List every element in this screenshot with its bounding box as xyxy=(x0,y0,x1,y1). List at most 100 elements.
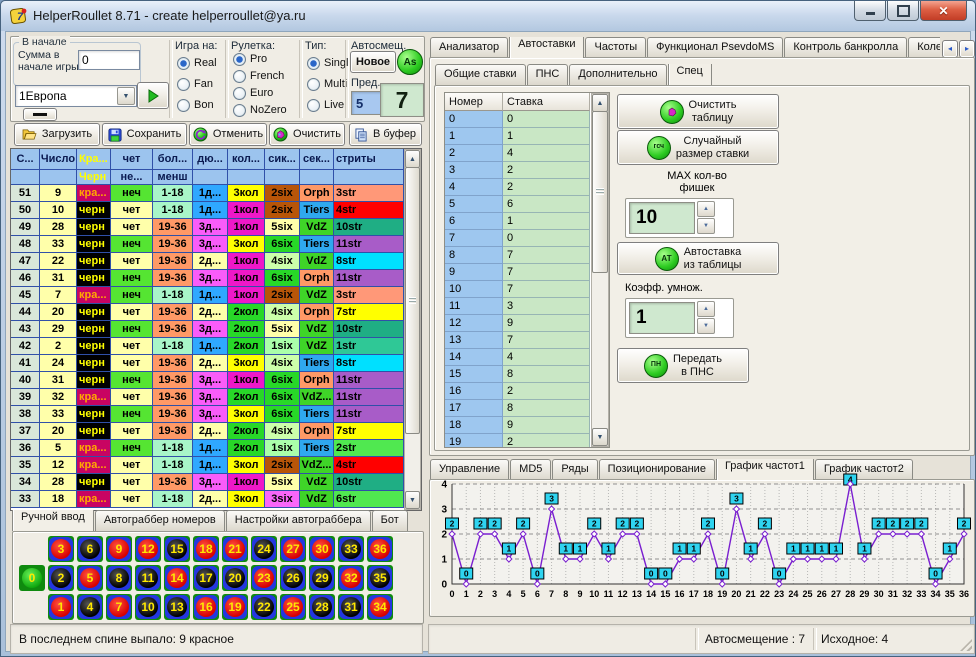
bet-row-11[interactable]: 113 xyxy=(445,298,609,315)
bet-value-cell[interactable]: 4 xyxy=(503,349,590,366)
bet-row-6[interactable]: 61 xyxy=(445,213,609,230)
bet-row-4[interactable]: 42 xyxy=(445,179,609,196)
number-button-33[interactable]: 33 xyxy=(338,536,364,562)
bet-value-cell[interactable]: 2 xyxy=(503,383,590,400)
scroll-down-icon[interactable]: ▼ xyxy=(405,491,420,509)
autobets-tab-3[interactable]: Дополнительно xyxy=(569,64,666,85)
radio-real[interactable]: Real xyxy=(177,55,217,71)
bet-value-cell[interactable]: 6 xyxy=(503,196,590,213)
bet-row-17[interactable]: 178 xyxy=(445,400,609,417)
bet-value-cell[interactable]: 3 xyxy=(503,298,590,315)
spin-up-icon[interactable]: ▲ xyxy=(697,301,715,317)
scroll-up-icon[interactable]: ▲ xyxy=(405,150,420,168)
analyzer-tab-3[interactable]: Частоты xyxy=(585,37,646,58)
bet-value-cell[interactable]: 7 xyxy=(503,264,590,281)
input-tab-4[interactable]: Бот xyxy=(372,510,408,531)
number-button-22[interactable]: 22 xyxy=(251,594,277,620)
number-button-26[interactable]: 26 xyxy=(280,565,306,591)
autobet-from-table-button[interactable]: АТ Автоставка из таблицы xyxy=(617,242,779,275)
history-row-40[interactable]: 4031черннеч19-363д...1кол6sixOrph11str xyxy=(11,372,421,389)
copy-buffer-button[interactable]: В буфер xyxy=(349,123,422,146)
analyzer-tab-4[interactable]: Функционал PsevdoMS xyxy=(647,37,783,58)
new-button[interactable]: Новое xyxy=(350,51,396,73)
history-row-48[interactable]: 4833черннеч19-363д...3кол6sixTiers11str xyxy=(11,236,421,253)
bet-row-19[interactable]: 192 xyxy=(445,434,609,448)
history-row-46[interactable]: 4631черннеч19-363д...1кол6sixOrph11str xyxy=(11,270,421,287)
number-button-21[interactable]: 21 xyxy=(222,536,248,562)
history-row-42[interactable]: 422чернчет1-181д...2кол1sixVdZ1str xyxy=(11,338,421,355)
number-button-6[interactable]: 6 xyxy=(77,536,103,562)
bets-header-value[interactable]: Ставка xyxy=(503,93,590,111)
preset-combobox[interactable]: 1Европа ▼ xyxy=(15,85,137,107)
tab-scroll-left-icon[interactable]: ◂ xyxy=(942,40,958,58)
bottom-tab-5[interactable]: График частот1 xyxy=(716,459,814,480)
bet-row-8[interactable]: 87 xyxy=(445,247,609,264)
title-bar[interactable]: 7 HelperRoullet 8.71 - create helperroul… xyxy=(1,1,975,31)
autoshift-icon[interactable]: As xyxy=(397,49,423,75)
number-button-8[interactable]: 8 xyxy=(106,565,132,591)
number-button-1[interactable]: 1 xyxy=(48,594,74,620)
maximize-button[interactable] xyxy=(887,1,919,21)
history-row-36[interactable]: 365кра...неч1-181д...2кол1sixTiers2str xyxy=(11,440,421,457)
bottom-tab-1[interactable]: Управление xyxy=(430,459,509,480)
analyzer-tab-2[interactable]: Автоставки xyxy=(509,37,584,58)
number-button-18[interactable]: 18 xyxy=(193,536,219,562)
number-button-14[interactable]: 14 xyxy=(164,565,190,591)
history-row-43[interactable]: 4329черннеч19-363д...2кол5sixVdZ10str xyxy=(11,321,421,338)
bet-row-13[interactable]: 137 xyxy=(445,332,609,349)
minimize-button[interactable] xyxy=(854,1,886,21)
number-button-3[interactable]: 3 xyxy=(48,536,74,562)
number-button-7[interactable]: 7 xyxy=(106,594,132,620)
bet-value-cell[interactable]: 9 xyxy=(503,315,590,332)
number-button-4[interactable]: 4 xyxy=(77,594,103,620)
bet-row-15[interactable]: 158 xyxy=(445,366,609,383)
history-row-50[interactable]: 5010чернчет1-181д...1кол2sixTiers4str xyxy=(11,202,421,219)
max-chips-input[interactable]: 10 xyxy=(629,202,695,234)
spin-down-icon[interactable]: ▼ xyxy=(697,218,715,234)
bet-row-10[interactable]: 107 xyxy=(445,281,609,298)
bottom-tab-4[interactable]: Позиционирование xyxy=(599,459,715,480)
bottom-tab-3[interactable]: Ряды xyxy=(552,459,597,480)
scroll-down-icon[interactable]: ▼ xyxy=(592,428,608,446)
input-tab-1[interactable]: Ручной ввод xyxy=(12,510,94,531)
bet-row-14[interactable]: 144 xyxy=(445,349,609,366)
number-button-23[interactable]: 23 xyxy=(251,565,277,591)
radio-nozero[interactable]: NoZero xyxy=(233,102,287,118)
number-button-30[interactable]: 30 xyxy=(309,536,335,562)
bet-row-9[interactable]: 97 xyxy=(445,264,609,281)
spin-down-icon[interactable]: ▼ xyxy=(697,318,715,334)
scroll-up-icon[interactable]: ▲ xyxy=(592,94,608,112)
number-button-24[interactable]: 24 xyxy=(251,536,277,562)
bet-value-cell[interactable]: 2 xyxy=(503,162,590,179)
clear-bet-table-button[interactable]: Очистить таблицу xyxy=(617,94,779,129)
load-button[interactable]: Загрузить xyxy=(14,123,100,146)
history-scroll-thumb[interactable] xyxy=(405,167,420,434)
bet-value-cell[interactable]: 2 xyxy=(503,434,590,448)
number-button-25[interactable]: 25 xyxy=(280,594,306,620)
number-button-2[interactable]: 2 xyxy=(48,565,74,591)
bet-value-cell[interactable]: 7 xyxy=(503,247,590,264)
analyzer-tab-1[interactable]: Анализатор xyxy=(430,37,508,58)
bet-row-2[interactable]: 24 xyxy=(445,145,609,162)
number-button-34[interactable]: 34 xyxy=(367,594,393,620)
bet-value-cell[interactable]: 8 xyxy=(503,400,590,417)
bet-row-5[interactable]: 56 xyxy=(445,196,609,213)
bet-row-12[interactable]: 129 xyxy=(445,315,609,332)
spin-up-icon[interactable]: ▲ xyxy=(697,201,715,217)
history-row-45[interactable]: 457кра...неч1-181д...1кол2sixVdZ3str xyxy=(11,287,421,304)
number-button-15[interactable]: 15 xyxy=(164,536,190,562)
number-button-17[interactable]: 17 xyxy=(193,565,219,591)
history-row-39[interactable]: 3932кра...чет19-363д...2кол6sixVdZ...11s… xyxy=(11,389,421,406)
number-button-20[interactable]: 20 xyxy=(222,565,248,591)
number-button-9[interactable]: 9 xyxy=(106,536,132,562)
number-button-27[interactable]: 27 xyxy=(280,536,306,562)
random-bet-size-button[interactable]: гсч Случайный размер ставки xyxy=(617,130,779,165)
bet-value-cell[interactable]: 7 xyxy=(503,332,590,349)
bet-value-cell[interactable]: 9 xyxy=(503,417,590,434)
input-tab-3[interactable]: Настройки автограббера xyxy=(226,510,371,531)
radio-euro[interactable]: Euro xyxy=(233,85,287,101)
bets-scrollbar[interactable]: ▲ ▼ xyxy=(591,93,609,447)
history-row-33[interactable]: 3318кра...чет1-182д...3кол3sixVdZ6str xyxy=(11,491,421,508)
multiplier-input[interactable]: 1 xyxy=(629,302,695,334)
bet-value-cell[interactable]: 7 xyxy=(503,281,590,298)
